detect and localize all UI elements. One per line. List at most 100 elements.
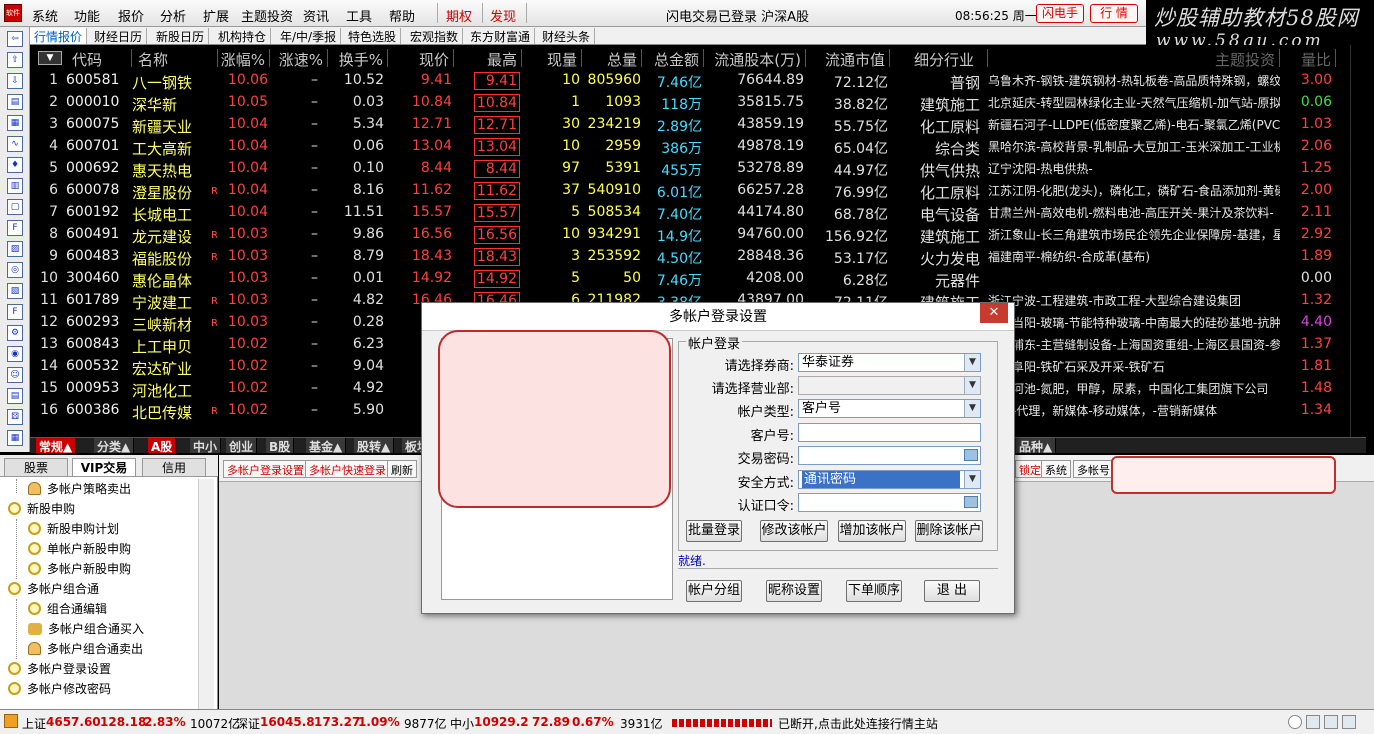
flash-trade-button[interactable]: 闪电手 (1036, 4, 1084, 23)
col-change-pct[interactable]: 涨幅% (218, 49, 270, 69)
down-arrow-icon[interactable]: ⇩ (7, 73, 23, 89)
tree-scrollbar[interactable] (198, 479, 214, 709)
f10-icon[interactable]: ▨ (7, 241, 23, 257)
edit-account-button[interactable]: 修改该帐户 (760, 520, 828, 542)
security-select[interactable]: 通讯密码 ▼ (798, 470, 981, 489)
multi-account-button[interactable]: 多帐号 (1073, 460, 1114, 478)
add-account-button[interactable]: 增加该帐户 (838, 520, 906, 542)
tree-item-multi-strategy-sell[interactable]: 多帐户策略卖出 (28, 479, 131, 499)
account-group-button[interactable]: 帐户分组 (686, 580, 742, 602)
col-circulating-shares[interactable]: 流通股本(万) (704, 49, 806, 69)
tab-reports[interactable]: 年/中/季报 (276, 28, 342, 44)
tab-headlines[interactable]: 财经头条 (538, 28, 596, 44)
dice-icon[interactable]: ⚄ (7, 409, 23, 425)
tree-item-multi-password[interactable]: 多帐户修改密码 (8, 679, 111, 699)
tree-item-combo-sell[interactable]: 多帐户组合通卖出 (28, 639, 143, 659)
branch-select[interactable]: ▼ (798, 376, 981, 395)
tree-item-ipo[interactable]: 新股申购 (8, 499, 75, 519)
auth-code-input[interactable] (798, 493, 981, 512)
client-no-input[interactable] (798, 423, 981, 442)
keyboard-icon[interactable] (964, 496, 978, 508)
account-type-select[interactable]: 客户号 ▼ (798, 399, 981, 418)
chevron-down-icon[interactable]: ▼ (964, 400, 980, 417)
exit-button[interactable]: 退 出 (924, 580, 980, 602)
col-name[interactable]: 名称 (132, 49, 218, 69)
col-total-vol[interactable]: 总量 (582, 49, 642, 69)
sheet-tab-fund[interactable]: 基金▲ (306, 438, 347, 454)
table-row[interactable]: 2 000010 深华新 10.05 – 0.03 10.84 10.84 1 1093 118万 3… (30, 91, 1366, 114)
status-icon[interactable] (1306, 715, 1320, 729)
batch-login-button[interactable]: 批量登录 (686, 520, 742, 542)
chevron-down-icon[interactable]: ▼ (964, 471, 980, 488)
back-arrow-icon[interactable]: ⇦ (7, 31, 23, 47)
broker-select[interactable]: 华泰证券 ▼ (798, 353, 981, 372)
table-row[interactable]: 4 600701 工大高新 10.04 – 0.06 13.04 13.04 10 2959 386… (30, 135, 1366, 158)
news-icon[interactable]: ▤ (7, 94, 23, 110)
col-amount[interactable]: 总金额 (642, 49, 704, 69)
menu-help[interactable]: 帮助 (389, 6, 415, 25)
col-price[interactable]: 现价 (388, 49, 454, 69)
tab-calendar[interactable]: 财经日历 (90, 28, 148, 44)
sheet-tab-transfer[interactable]: 股转▲ (354, 438, 395, 454)
table-row[interactable]: 1 600581 八一钢铁 10.06 – 10.52 9.41 9.41 10 805960 7.… (30, 69, 1366, 92)
info-icon[interactable]: ◎ (7, 262, 23, 278)
chart-icon[interactable]: ▤ (7, 388, 23, 404)
table-row[interactable]: 5 000692 惠天热电 10.04 – 0.10 8.44 8.44 97 5391 455万 5… (30, 157, 1366, 180)
sort-dropdown[interactable]: ▼ (38, 51, 62, 65)
col-market-value[interactable]: 流通市值 (806, 49, 890, 69)
nav-tab-credit[interactable]: 信用 (142, 458, 206, 476)
target-icon[interactable]: ◉ (7, 346, 23, 362)
refresh-button[interactable]: 刷新 (387, 460, 417, 478)
ctrl-icon[interactable]: ▦ (7, 430, 23, 446)
tab-institution[interactable]: 机构持仓 (214, 28, 272, 44)
order-sequence-button[interactable]: 下单顺序 (846, 580, 902, 602)
col-code[interactable]: 代码 (66, 49, 132, 69)
table-row[interactable]: 9 600483 福能股份 R 10.03–8.79 18.43 18.43 3 253592 4… (30, 245, 1366, 268)
sheet-tab-variety[interactable]: 品种▲ (1016, 438, 1057, 454)
people-icon[interactable]: ☺ (7, 367, 23, 383)
kline-icon[interactable]: ♦ (7, 157, 23, 173)
alert-icon[interactable] (4, 714, 18, 728)
menu-extend[interactable]: 扩展 (203, 6, 229, 25)
sheet-tab-a-share[interactable]: A股 (148, 438, 177, 454)
menu-system[interactable]: 系统 (32, 6, 58, 25)
line-chart-icon[interactable]: ∿ (7, 136, 23, 152)
connection-message[interactable]: 已断开,点击此处连接行情主站 (778, 715, 938, 732)
col-volume-ratio[interactable]: 量比 (1280, 49, 1336, 69)
menu-options[interactable]: 期权 (446, 6, 472, 25)
tree-item-ipo-plan[interactable]: 新股申购计划 (28, 519, 119, 539)
table-row[interactable]: 6 600078 澄星股份 R 10.04–8.16 11.62 11.62 37 540910… (30, 179, 1366, 202)
up-arrow-icon[interactable]: ⇧ (7, 52, 23, 68)
col-volume[interactable]: 现量 (522, 49, 582, 69)
status-icon[interactable] (1324, 715, 1338, 729)
tab-featured[interactable]: 特色选股 (344, 28, 402, 44)
close-icon[interactable]: ✕ (980, 303, 1008, 323)
finance-icon[interactable]: F (7, 220, 23, 236)
col-theme[interactable]: 主题投资 (988, 49, 1280, 69)
tree-item-combo-edit[interactable]: 组合通编辑 (28, 599, 107, 619)
sheet-tab-gem[interactable]: 创业 (226, 438, 258, 454)
table-row[interactable]: 3 600075 新疆天业 10.04 – 5.34 12.71 12.71 30 234219 2… (30, 113, 1366, 136)
tab-eastmoney[interactable]: 东方财富通 (466, 28, 536, 44)
tab-macro[interactable]: 宏观指数 (406, 28, 464, 44)
nickname-button[interactable]: 昵称设置 (766, 580, 822, 602)
table-row[interactable]: 7 600192 长城电工 10.04 – 11.51 15.57 15.57 5 508534 7… (30, 201, 1366, 224)
settings-icon[interactable]: ⚙ (7, 325, 23, 341)
nav-tab-stock[interactable]: 股票 (4, 458, 68, 476)
sheet-tab-b-share[interactable]: B股 (266, 438, 295, 454)
chevron-down-icon[interactable]: ▼ (964, 354, 980, 371)
menu-function[interactable]: 功能 (74, 6, 100, 25)
col-industry[interactable]: 细分行业 (890, 49, 988, 69)
col-high[interactable]: 最高 (454, 49, 522, 69)
trade-password-input[interactable] (798, 446, 981, 465)
table-icon[interactable]: ▦ (7, 115, 23, 131)
f10b-icon[interactable]: ▧ (7, 283, 23, 299)
tab-ipo-calendar[interactable]: 新股日历 (152, 28, 210, 44)
menu-info[interactable]: 资讯 (303, 6, 329, 25)
menu-quote[interactable]: 报价 (118, 6, 144, 25)
table-scrollbar[interactable] (1350, 45, 1366, 437)
delete-account-button[interactable]: 删除该帐户 (915, 520, 983, 542)
multi-quick-login-button[interactable]: 多帐户快速登录 (305, 460, 390, 478)
tree-item-combo-buy[interactable]: 多帐户组合通买入 (28, 619, 144, 639)
menu-discover[interactable]: 发现 (490, 6, 516, 25)
